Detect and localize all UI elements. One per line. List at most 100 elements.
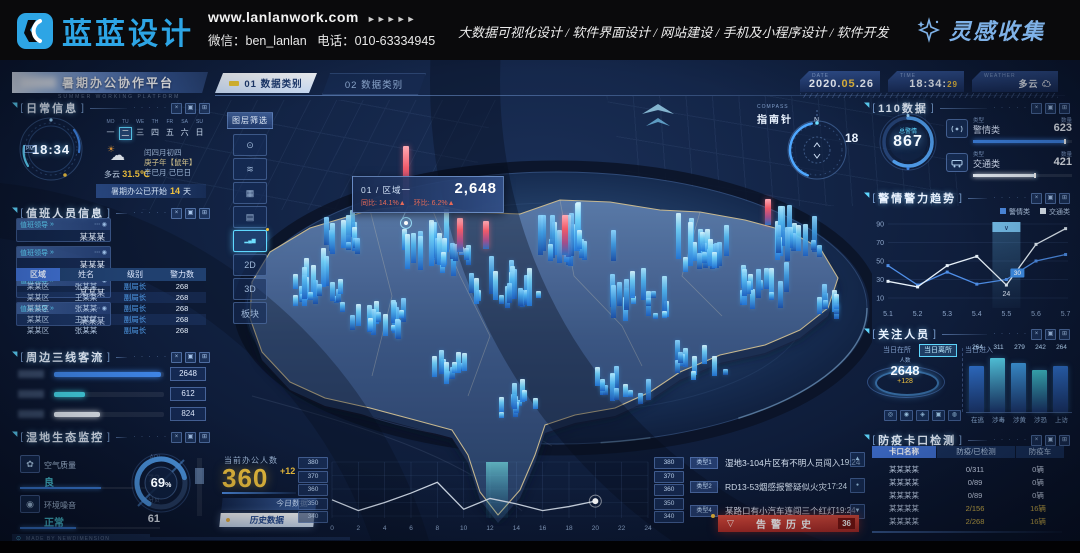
- panel-title: 湿地生态监控: [26, 429, 104, 445]
- more-dots-icon[interactable]: ⋯ ◉: [94, 221, 107, 228]
- layer-button-2d[interactable]: 2D: [233, 254, 267, 276]
- chevron-right-icon: »: [50, 249, 54, 256]
- duty-cell: 某某区: [16, 303, 60, 314]
- office-y-label: 380: [654, 457, 684, 469]
- duty-leader-card[interactable]: 值班领导»⋯ ◉某某某: [16, 218, 111, 242]
- more-dots-icon[interactable]: ⋯ ◉: [94, 249, 107, 256]
- office-count-value: 360: [222, 463, 268, 494]
- alert-row[interactable]: 类型2RD13-53烟感报警疑似火灾17:24: [690, 480, 846, 493]
- copy-icon[interactable]: ▣: [185, 432, 196, 443]
- flow-bar-track: [54, 412, 164, 417]
- tooltip-compare: 同比: 14.1%▲ 环比: 6.2%▲: [353, 197, 503, 209]
- layer-button-list-icon[interactable]: ▤: [233, 206, 267, 228]
- duty-table-row: 某某区张某某副局长268: [16, 303, 206, 314]
- layer-button-signal-icon[interactable]: ≋: [233, 158, 267, 180]
- eco-slider-handle[interactable]: [195, 468, 204, 484]
- expand-icon[interactable]: ⊞: [199, 103, 210, 114]
- layer-button-bar-chart-icon[interactable]: ▂▄▆: [233, 230, 267, 252]
- duty-header-cell: 级别: [112, 268, 158, 281]
- panel-dots: · · · · ·: [133, 434, 168, 440]
- scroll-up-icon[interactable]: ▲: [850, 452, 865, 467]
- copy-icon[interactable]: ▣: [1045, 193, 1056, 204]
- svg-text:12: 12: [486, 525, 494, 532]
- weekday-en: TH: [152, 119, 159, 125]
- close-icon[interactable]: ×: [1031, 193, 1042, 204]
- alert-history-button[interactable]: ▽ 告警历史 36: [718, 515, 859, 532]
- focus-tool-icon[interactable]: ◉: [900, 410, 913, 421]
- close-icon[interactable]: ×: [171, 208, 182, 219]
- eco-slider-track[interactable]: [197, 458, 202, 516]
- svg-text:5.7: 5.7: [1061, 311, 1071, 318]
- panel-title-line: [942, 334, 987, 335]
- alert-row[interactable]: 类型1湿地3-104片区有不明人员闯入19:24: [690, 456, 846, 469]
- bar-category: 上访: [1051, 414, 1072, 424]
- bar-value: 242: [1030, 344, 1051, 351]
- copy-icon[interactable]: ▣: [185, 352, 196, 363]
- layer-button-板块[interactable]: 板块: [233, 302, 267, 324]
- expand-icon[interactable]: ⊞: [199, 208, 210, 219]
- expand-icon[interactable]: ⊞: [1059, 103, 1070, 114]
- tab-data-category-1[interactable]: 01 数据类别: [215, 73, 317, 93]
- bar-value: 264: [967, 344, 988, 351]
- focus-tool-icon[interactable]: ◍: [948, 410, 961, 421]
- expand-icon[interactable]: ⊞: [199, 352, 210, 363]
- expand-icon[interactable]: ⊞: [1059, 329, 1070, 340]
- wechat-label: 微信：ben_lanlan: [208, 34, 307, 48]
- layer-button-heatmap-icon[interactable]: ▦: [233, 182, 267, 204]
- weekday-en: WE: [136, 119, 144, 125]
- office-line-chart: 024681012141618202224: [330, 458, 652, 536]
- focus-tool-icon[interactable]: ▣: [932, 410, 945, 421]
- scroll-dot-icon[interactable]: ●: [850, 478, 865, 493]
- weekday-en: SU: [196, 119, 203, 125]
- copy-icon[interactable]: ▣: [1045, 435, 1056, 446]
- expand-icon[interactable]: ⊞: [1059, 193, 1070, 204]
- close-icon[interactable]: ×: [171, 103, 182, 114]
- flow-bar-row: 612: [18, 387, 208, 401]
- duty-leader-card[interactable]: 值班领导»⋯ ◉某某某: [16, 246, 111, 270]
- services-list: 大数据可视化设计 / 软件界面设计 / 网站建设 / 手机及小程序设计 / 软件…: [458, 22, 888, 41]
- office-count-delta: +12: [280, 466, 295, 476]
- close-icon[interactable]: ×: [1031, 435, 1042, 446]
- close-icon[interactable]: ×: [171, 432, 182, 443]
- checkpoint-header-cell: 防疫车: [1016, 446, 1064, 458]
- panel-corner-mark: ◥: [12, 350, 17, 358]
- layer-button-3d[interactable]: 3D: [233, 278, 267, 300]
- checkpoint-cars: 0辆: [1014, 477, 1062, 488]
- tab-data-category-2[interactable]: 02 数据类别: [322, 73, 426, 95]
- panel-title-line: [116, 437, 127, 438]
- copy-icon[interactable]: ▣: [1045, 103, 1056, 114]
- weekday-we: WE三: [134, 119, 147, 140]
- type-bar-fill: [973, 174, 1034, 177]
- focus-tool-icon[interactable]: ◎: [884, 410, 897, 421]
- date-month: 05: [841, 78, 855, 90]
- eco-gauge-value: 69%: [130, 475, 192, 490]
- legend-label: 交通类: [1049, 209, 1070, 216]
- copy-icon[interactable]: ▣: [185, 208, 196, 219]
- duty-cell: 某某区: [16, 281, 60, 292]
- weather-now: 多云 31.5℃: [104, 169, 150, 180]
- duty-cell: 268: [158, 325, 206, 336]
- layer-button-location-icon[interactable]: ⊙: [233, 134, 267, 156]
- close-icon[interactable]: ×: [171, 352, 182, 363]
- close-icon[interactable]: ×: [1031, 103, 1042, 114]
- tab-label: 01 数据类别: [244, 76, 302, 90]
- expand-icon[interactable]: ⊞: [1059, 435, 1070, 446]
- duty-table-row: 某某区张某某副局长268: [16, 281, 206, 292]
- checkpoint-header-cell: 卡口名称: [872, 446, 936, 458]
- expand-icon[interactable]: ⊞: [199, 432, 210, 443]
- website-link[interactable]: www.lanlanwork.com: [208, 9, 359, 25]
- type-bar-thumb: [1034, 173, 1036, 178]
- close-icon[interactable]: ×: [1031, 329, 1042, 340]
- duty-cell: 某某区: [16, 292, 60, 303]
- panel-title: 日常信息: [26, 100, 78, 116]
- checkpoint-row: 某某某某0/890辆: [872, 490, 1064, 501]
- copy-icon[interactable]: ▣: [1045, 329, 1056, 340]
- checkpoint-footer-line: [872, 531, 1062, 533]
- office-y-label: 340: [298, 511, 328, 523]
- copy-icon[interactable]: ▣: [185, 103, 196, 114]
- focus-tool-icon[interactable]: ◈: [916, 410, 929, 421]
- footer-line: [150, 537, 350, 540]
- trend-line-chart: 9070503010∨30245.15.25.35.45.55.65.7: [870, 216, 1072, 320]
- alarm-type-rows: 类型警情类数量623类型交通类数量421: [946, 116, 1072, 182]
- hatch-decoration: [800, 93, 1058, 98]
